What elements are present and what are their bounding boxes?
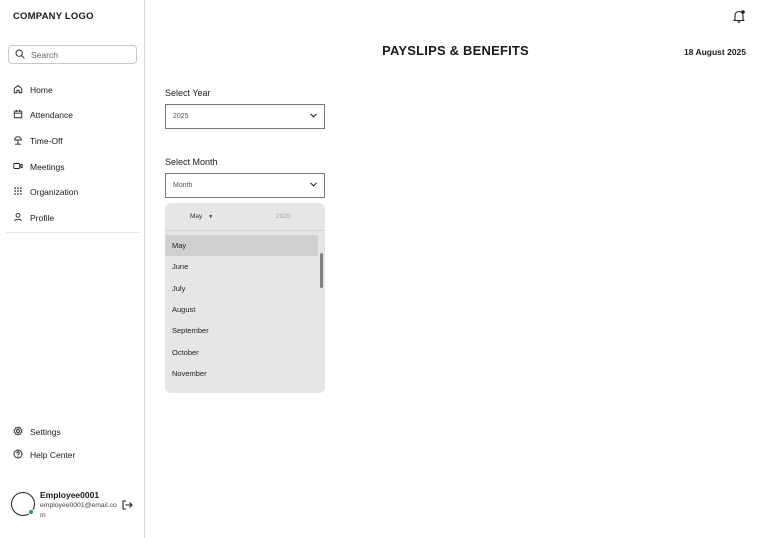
sidebar-item-home[interactable]: Home [0,77,144,103]
dropdown-month-toggle[interactable]: May ▼ [190,213,213,220]
user-name: Employee0001 [40,490,100,500]
month-placeholder: Month [173,182,193,189]
secondary-nav: Settings Help Center [0,420,144,467]
home-icon [13,84,30,96]
current-date: 18 August 2025 [683,47,746,57]
grid-icon [13,186,30,198]
sidebar-item-time-off[interactable]: Time-Off [0,128,144,154]
online-status-dot [28,509,34,515]
video-icon [13,161,30,173]
sidebar-item-help-center[interactable]: Help Center [0,444,144,468]
chevron-down-icon [309,180,318,191]
month-option-september[interactable]: September [165,320,318,341]
logout-icon[interactable] [121,498,133,510]
month-select[interactable]: Month [165,173,325,198]
calendar-icon [13,109,30,121]
month-label: Select Month [165,157,218,167]
sidebar-item-label: Settings [30,426,61,437]
company-logo: COMPANY LOGO [13,11,94,22]
user-profile-card: Employee0001 employee0001@email.com [11,489,141,521]
chevron-down-icon [309,111,318,122]
year-value: 2025 [173,113,189,120]
month-option-november[interactable]: November [165,363,318,384]
search-icon [15,46,25,64]
user-icon [13,212,30,224]
sidebar-item-settings[interactable]: Settings [0,420,144,444]
month-options-list: May June July August September October N… [165,235,318,384]
dropdown-header: May ▼ 2025 [165,203,325,231]
help-icon [13,449,30,461]
beach-icon [13,135,30,147]
sidebar-item-meetings[interactable]: Meetings [0,154,144,180]
dropdown-year-toggle[interactable]: 2025 [276,213,290,220]
page-title: PAYSLIPS & BENEFITS [382,43,529,58]
search-box[interactable] [8,45,137,64]
year-label: Select Year [165,88,211,98]
sidebar-item-label: Meetings [30,161,65,172]
month-option-october[interactable]: October [165,341,318,362]
sidebar: COMPANY LOGO Home Attendance Time-Off Me… [0,0,145,538]
sidebar-item-label: Profile [30,212,55,223]
month-option-july[interactable]: July [165,278,318,299]
search-input[interactable] [31,49,131,60]
sidebar-item-label: Organization [30,187,79,198]
sidebar-item-label: Help Center [30,450,76,461]
month-option-may[interactable]: May [165,235,318,257]
gear-icon [13,426,30,438]
sidebar-item-profile[interactable]: Profile [0,205,144,231]
sidebar-item-label: Time-Off [30,135,63,146]
month-option-august[interactable]: August [165,299,318,320]
user-email: employee0001@email.com [40,502,117,519]
divider [6,232,140,233]
dropdown-month-label: May [190,213,203,220]
sidebar-item-label: Attendance [30,110,74,121]
caret-down-icon: ▼ [208,213,214,220]
dropdown-scrollbar[interactable] [320,253,323,288]
main-nav: Home Attendance Time-Off Meetings Organi… [0,77,144,231]
sidebar-item-attendance[interactable]: Attendance [0,103,144,129]
month-option-june[interactable]: June [165,256,318,277]
sidebar-item-label: Home [30,84,53,95]
notification-bell-icon[interactable] [732,9,746,23]
sidebar-item-organization[interactable]: Organization [0,179,144,205]
year-select[interactable]: 2025 [165,104,325,129]
month-dropdown: May ▼ 2025 May June July August Septembe… [165,203,325,393]
